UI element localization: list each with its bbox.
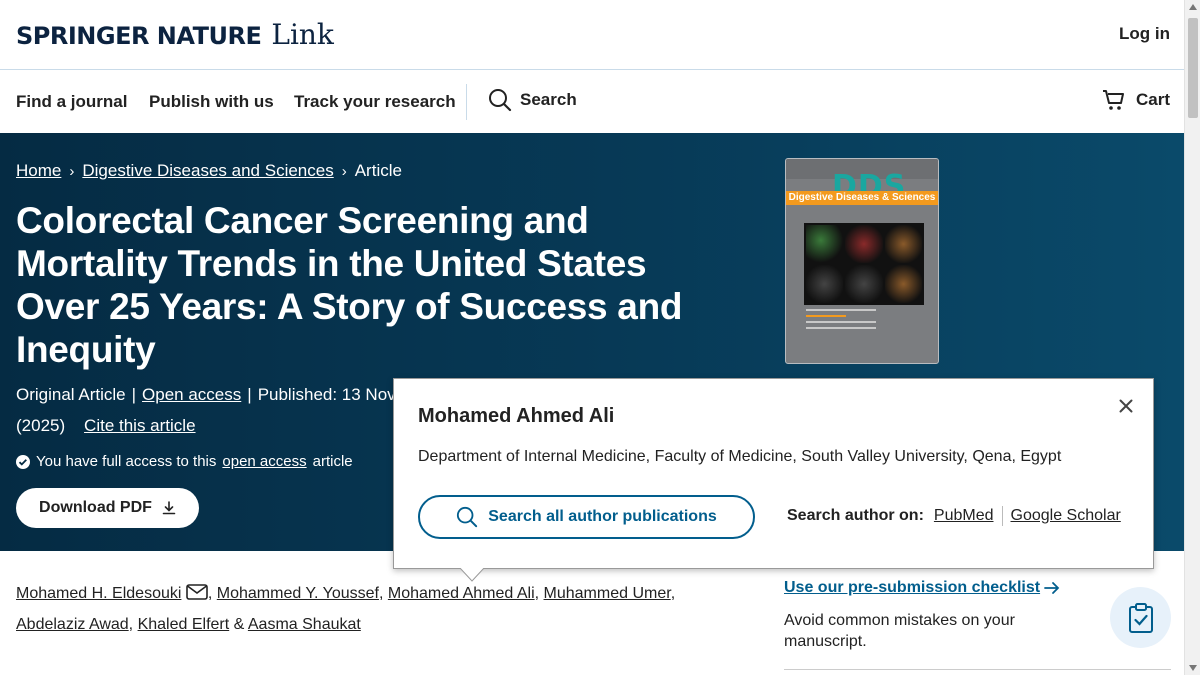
open-access-link[interactable]: Open access	[142, 385, 241, 404]
author-sep: ,	[378, 585, 384, 602]
site-header: SPRINGER NATURE Link Log in	[0, 0, 1184, 70]
author-link[interactable]: Aasma Shaukat	[248, 616, 361, 633]
sidebar-divider	[784, 669, 1171, 670]
page-scrollbar[interactable]	[1184, 0, 1200, 675]
journal-cover-image[interactable]: DDS Digestive Diseases & Sciences	[785, 158, 939, 364]
download-icon	[162, 501, 176, 515]
full-access-notice: You have full access to this open access…	[16, 453, 353, 470]
author-amp: &	[233, 616, 245, 633]
search-author-on-label: Search author on:	[787, 507, 924, 524]
cite-article-link[interactable]: Cite this article	[84, 416, 195, 435]
author-link[interactable]: Mohammed Y. Youssef	[217, 585, 379, 602]
main-nav: Find a journal Publish with us Track you…	[0, 70, 1184, 133]
author-link[interactable]: Abdelaziz Awad	[16, 616, 129, 633]
check-circle-icon	[16, 454, 30, 469]
breadcrumb-current: Article	[354, 161, 402, 180]
cover-journal-band: Digestive Diseases & Sciences	[786, 191, 938, 205]
search-author-on: Search author on: PubMed Google Scholar	[787, 506, 1121, 526]
presubmission-checklist-link[interactable]: Use our pre-submission checklist	[784, 579, 1060, 597]
search-author-publications-button[interactable]: Search all author publications	[418, 495, 755, 539]
meta-separator: |	[247, 385, 252, 404]
google-scholar-link[interactable]: Google Scholar	[1011, 507, 1121, 525]
cover-micrograph	[804, 223, 924, 305]
checklist-link-label: Use our pre-submission checklist	[784, 579, 1041, 596]
cart-icon	[1102, 90, 1124, 110]
search-icon	[457, 506, 478, 528]
article-meta: Original Article | Open access | Published: …	[16, 379, 436, 441]
checklist-description: Avoid common mistakes on your manuscript…	[784, 612, 1015, 650]
springer-nature-link-logo[interactable]: SPRINGER NATURE Link	[16, 18, 334, 51]
search-author-publications-label: Search all author publications	[488, 508, 717, 525]
nav-divider	[466, 84, 467, 120]
nav-find-journal[interactable]: Find a journal	[16, 92, 127, 112]
breadcrumb-journal[interactable]: Digestive Diseases and Sciences	[82, 161, 333, 181]
chevron-right-icon: ›	[341, 162, 347, 180]
scroll-down-icon[interactable]	[1189, 665, 1197, 671]
download-pdf-button[interactable]: Download PDF	[16, 488, 199, 528]
mail-icon[interactable]	[186, 584, 208, 600]
author-sep: ,	[128, 616, 134, 633]
scroll-thumb[interactable]	[1188, 18, 1198, 118]
author-sep: ,	[670, 585, 676, 602]
breadcrumb: Home › Digestive Diseases and Sciences ›…	[16, 161, 402, 181]
nav-track-research[interactable]: Track your research	[294, 92, 456, 112]
access-prefix: You have full access to this	[36, 453, 217, 470]
article-type: Original Article	[16, 385, 126, 404]
search-icon	[489, 89, 512, 112]
popup-affiliation: Department of Internal Medicine, Faculty…	[418, 448, 1062, 465]
logo-main-text: SPRINGER NATURE	[16, 22, 262, 50]
nav-cart-button[interactable]: Cart	[1102, 88, 1170, 112]
author-link[interactable]: Muhammed Umer	[544, 585, 671, 602]
author-popup: Mohamed Ahmed Ali Department of Internal…	[393, 378, 1154, 569]
cover-text-lines	[806, 309, 876, 333]
author-link[interactable]: Mohamed Ahmed Ali	[388, 585, 535, 602]
meta-separator: |	[131, 385, 137, 404]
close-icon[interactable]	[1119, 399, 1133, 418]
nav-cart-label: Cart	[1135, 90, 1170, 109]
download-pdf-label: Download PDF	[39, 499, 152, 516]
breadcrumb-home[interactable]: Home	[16, 161, 61, 181]
author-sep: ,	[534, 585, 540, 602]
nav-search-button[interactable]: Search	[488, 88, 577, 112]
arrow-right-icon	[1044, 582, 1060, 594]
nav-publish-with-us[interactable]: Publish with us	[149, 92, 274, 112]
author-link[interactable]: Khaled Elfert	[138, 616, 230, 633]
article-title: Colorectal Cancer Screening and Mortalit…	[16, 200, 683, 370]
link-divider	[1001, 506, 1003, 526]
scroll-up-icon[interactable]	[1189, 4, 1197, 10]
logo-link-text: Link	[271, 18, 334, 51]
access-suffix: article	[312, 453, 353, 470]
author-sep: ,	[207, 585, 213, 602]
article-year: (2025)	[16, 416, 66, 435]
login-link[interactable]: Log in	[1119, 24, 1170, 44]
author-link[interactable]: Mohamed H. Eldesouki	[16, 585, 181, 602]
popup-author-name: Mohamed Ahmed Ali	[418, 405, 615, 427]
author-list: Mohamed H. Eldesouki , Mohammed Y. Youss…	[16, 578, 716, 640]
access-open-access-link[interactable]: open access	[222, 453, 306, 470]
chevron-right-icon: ›	[69, 162, 75, 180]
nav-search-label: Search	[520, 90, 577, 109]
clipboard-check-icon	[1110, 587, 1171, 648]
pubmed-link[interactable]: PubMed	[934, 507, 994, 525]
